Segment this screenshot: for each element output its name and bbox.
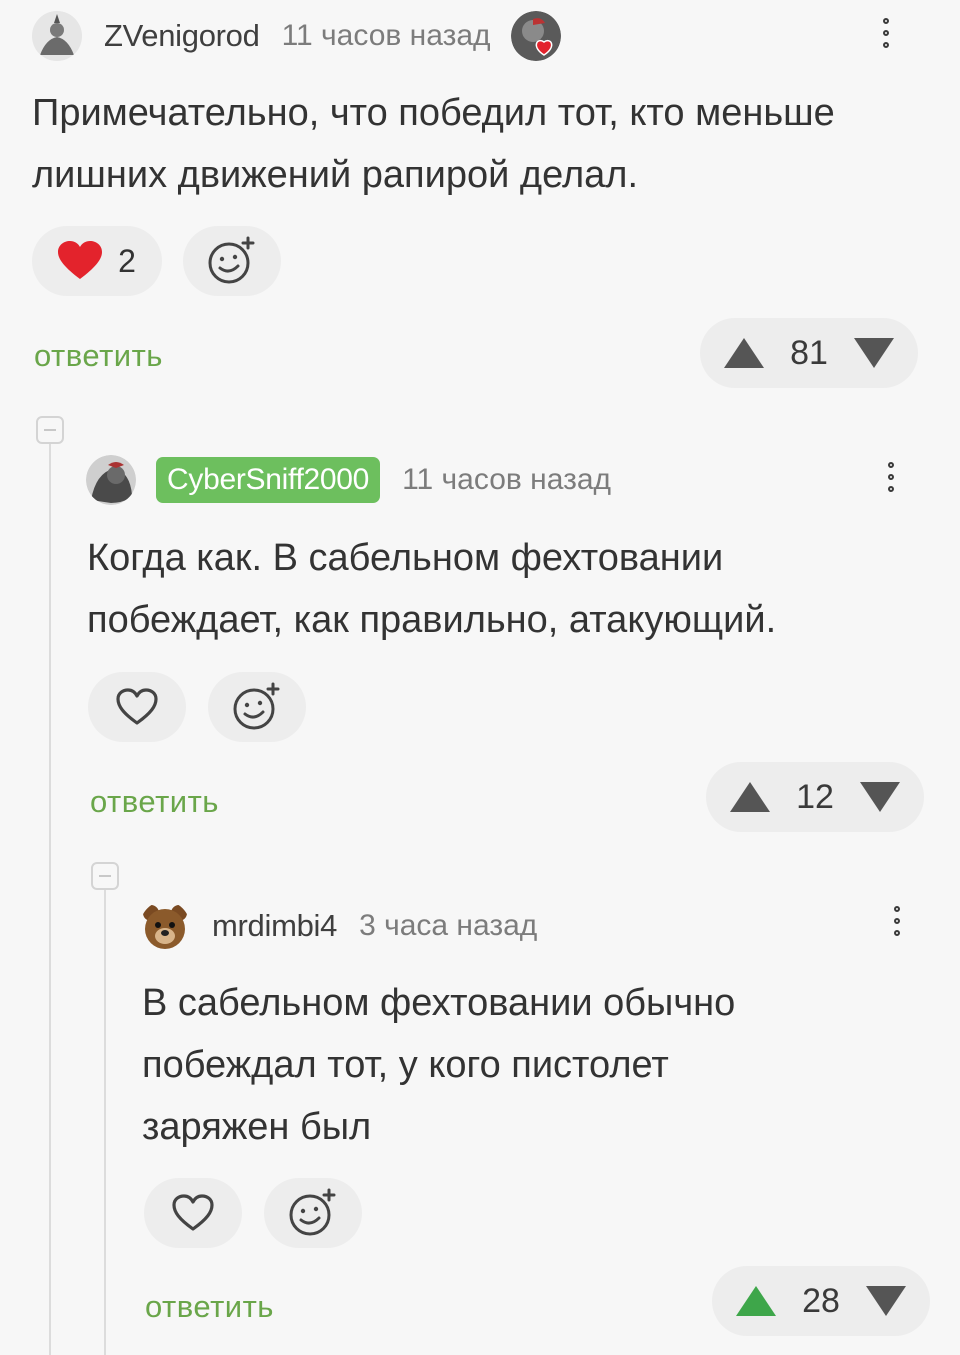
add-reaction-button[interactable] <box>183 226 281 296</box>
heart-outline-icon <box>172 1194 214 1231</box>
thread-line-level-2 <box>104 890 106 1355</box>
downvote-icon[interactable] <box>858 780 902 814</box>
comment-text-line: Примечательно, что победил тот, кто мень… <box>32 92 835 134</box>
username-op-badge[interactable]: CyberSniff2000 <box>156 457 381 503</box>
thread-line-level-1 <box>49 444 51 1355</box>
upvote-icon[interactable] <box>728 780 772 814</box>
reply-button[interactable]: ответить <box>34 338 163 374</box>
timestamp[interactable]: 11 часов назад <box>402 463 611 497</box>
upvote-icon-active[interactable] <box>734 1284 778 1318</box>
downvote-icon[interactable] <box>852 336 896 370</box>
add-reaction-icon <box>289 1188 336 1236</box>
add-reaction-icon <box>208 236 255 284</box>
username[interactable]: ZVenigorod <box>104 18 260 54</box>
like-count: 2 <box>118 242 136 279</box>
timestamp[interactable]: 11 часов назад <box>282 19 491 53</box>
add-reaction-button[interactable] <box>264 1178 362 1248</box>
collapse-icon[interactable] <box>36 416 64 444</box>
comment-text: Когда как. В сабельном фехтовании побежд… <box>87 527 776 651</box>
reply-button[interactable]: ответить <box>90 784 219 820</box>
collapse-icon[interactable] <box>91 862 119 890</box>
downvote-icon[interactable] <box>864 1284 908 1318</box>
avatar[interactable] <box>140 901 190 951</box>
comment-header: ZVenigorod 11 часов назад <box>32 10 561 62</box>
vote-widget: 28 <box>712 1266 930 1336</box>
like-button[interactable] <box>144 1178 242 1248</box>
vote-widget: 81 <box>700 318 918 388</box>
comment-text-line: побеждал тот, у кого пистолет <box>142 1044 669 1086</box>
comment-text-line: Когда как. В сабельном фехтовании <box>87 537 724 579</box>
comment-header: CyberSniff2000 11 часов назад <box>86 454 611 506</box>
reply-button[interactable]: ответить <box>145 1289 274 1325</box>
heart-outline-icon <box>116 688 158 725</box>
like-button[interactable]: 2 <box>32 226 162 296</box>
comment-text: Примечательно, что победил тот, кто мень… <box>32 82 835 206</box>
more-icon[interactable] <box>890 906 904 936</box>
comment-header: mrdimbi4 3 часа назад <box>140 900 537 952</box>
bear-avatar-icon <box>143 905 187 949</box>
vote-score: 28 <box>802 1281 840 1320</box>
comment-text-line: побеждает, как правильно, атакующий. <box>87 599 777 641</box>
timestamp[interactable]: 3 часа назад <box>359 909 537 943</box>
user-badge-icon[interactable] <box>510 11 561 61</box>
vote-score: 81 <box>790 333 828 372</box>
add-reaction-button[interactable] <box>208 672 306 742</box>
avatar[interactable] <box>32 11 82 61</box>
avatar-image-icon <box>32 11 82 61</box>
comment-text: В сабельном фехтовании обычно побеждал т… <box>142 972 735 1158</box>
add-reaction-icon <box>233 682 280 730</box>
comment-text-line: лишних движений рапирой делал. <box>32 154 638 196</box>
more-icon[interactable] <box>879 18 893 48</box>
comment-text-line: В сабельном фехтовании обычно <box>142 982 736 1024</box>
avatar-image-icon <box>86 455 136 505</box>
avatar[interactable] <box>86 455 136 505</box>
vote-score: 12 <box>796 777 834 816</box>
like-button[interactable] <box>88 672 186 742</box>
username[interactable]: mrdimbi4 <box>212 908 337 944</box>
heart-icon <box>58 241 103 279</box>
comment-text-line: заряжен был <box>142 1106 372 1148</box>
vote-widget: 12 <box>706 762 924 832</box>
more-icon[interactable] <box>884 462 898 492</box>
upvote-icon[interactable] <box>722 336 766 370</box>
